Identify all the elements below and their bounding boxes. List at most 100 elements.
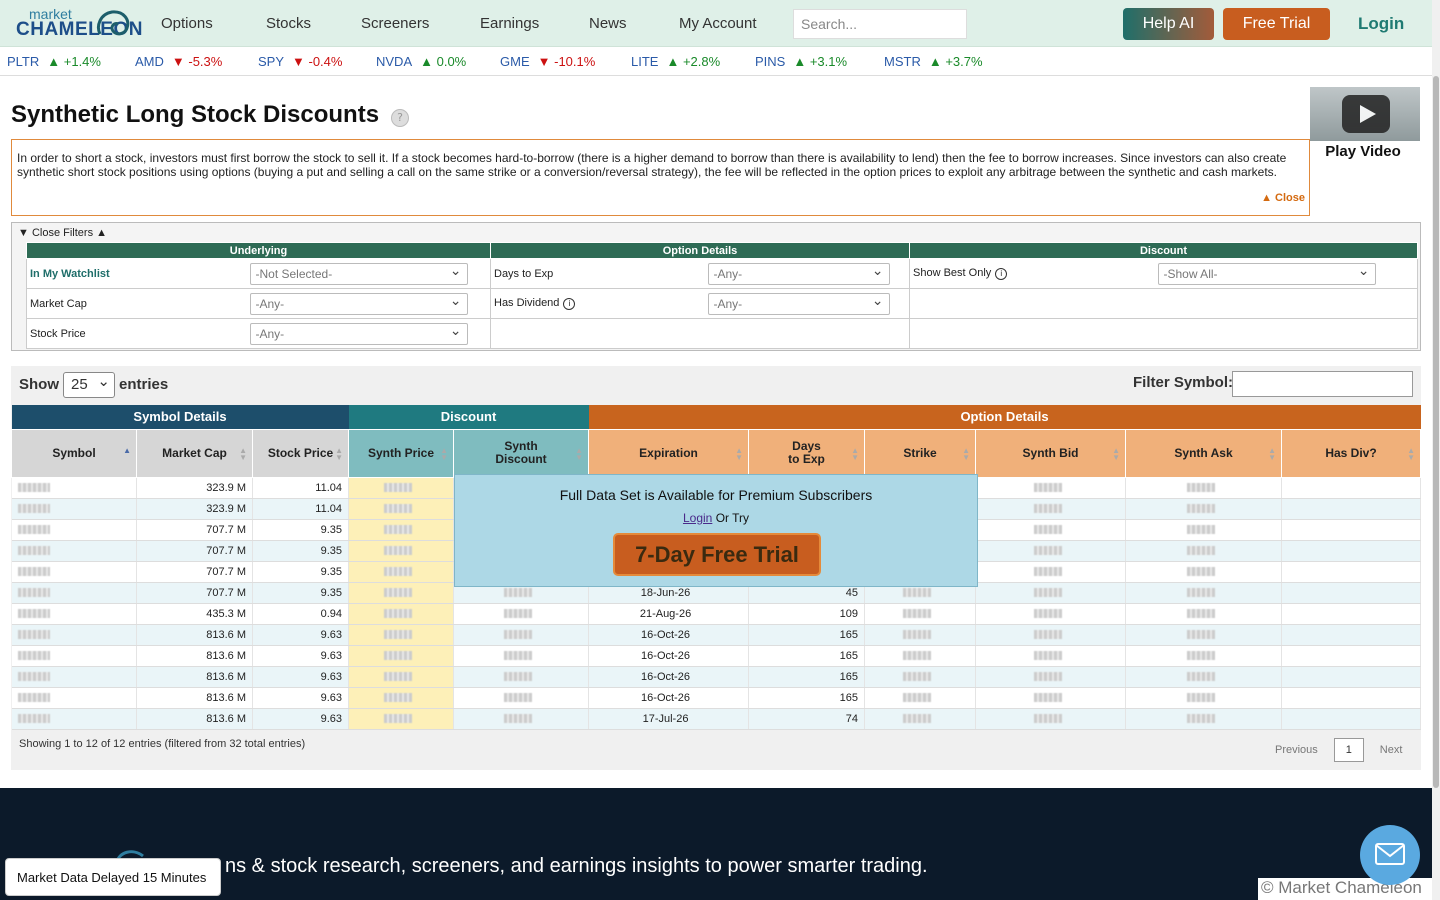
blurred-value: [384, 504, 413, 514]
blurred-value: [504, 609, 533, 619]
nav-options[interactable]: Options: [161, 15, 213, 32]
ticker-item[interactable]: PINS ▲ +3.1%: [755, 54, 847, 69]
sort-icon[interactable]: ▲ ▼: [735, 446, 743, 461]
sort-icon[interactable]: ▲ ▼: [239, 446, 247, 461]
play-icon[interactable]: [1342, 95, 1390, 133]
market-cap-select[interactable]: -Any-: [249, 292, 468, 315]
table-row[interactable]: 813.6 M 9.63 16-Oct-26 165: [11, 687, 1421, 709]
has-dividend-select[interactable]: -Any-: [707, 292, 890, 315]
column-header[interactable]: Synth Bid ▲ ▼: [975, 428, 1127, 478]
ticker-change: -5.3%: [188, 54, 223, 69]
help-icon[interactable]: ?: [391, 109, 409, 127]
expiration-cell: 21-Aug-26: [588, 603, 750, 625]
modal-login-link[interactable]: Login: [683, 511, 712, 525]
column-header[interactable]: Synth Ask ▲ ▼: [1125, 428, 1283, 478]
column-header[interactable]: Symbol ▲: [11, 428, 137, 478]
synth-price-cell: [348, 666, 455, 688]
sort-icon[interactable]: ▲ ▼: [1112, 446, 1120, 461]
sort-icon[interactable]: ▲ ▼: [335, 446, 343, 461]
table-row[interactable]: 813.6 M 9.63 16-Oct-26 165: [11, 645, 1421, 667]
has-dividend-cell: Has Dividend i: [490, 288, 705, 319]
blurred-value: [1033, 672, 1062, 682]
nav-earnings[interactable]: Earnings: [480, 15, 539, 32]
show-best-select[interactable]: -Show All-: [1157, 262, 1376, 285]
sort-icon[interactable]: ▲: [123, 446, 131, 454]
filter-icon: ▼: [18, 227, 29, 239]
play-video-label[interactable]: Play Video: [1310, 143, 1416, 160]
column-header[interactable]: Has Div? ▲ ▼: [1281, 428, 1421, 478]
empty-filter-cell: [909, 318, 1418, 349]
ticker-symbol[interactable]: MSTR: [884, 54, 921, 69]
sort-icon[interactable]: ▲ ▼: [851, 446, 859, 461]
synth-ask-cell: [1125, 498, 1283, 520]
table-row[interactable]: 813.6 M 9.63 16-Oct-26 165: [11, 624, 1421, 646]
nav-news[interactable]: News: [589, 15, 627, 32]
market-cap-cell: 707.7 M: [136, 582, 253, 604]
watchlist-select[interactable]: -Not Selected-: [249, 262, 468, 285]
nav-stocks[interactable]: Stocks: [266, 15, 311, 32]
page-1-button[interactable]: 1: [1333, 738, 1364, 762]
sort-icon[interactable]: ▲ ▼: [1268, 446, 1276, 461]
search-input[interactable]: Search...: [793, 9, 967, 39]
info-icon[interactable]: i: [995, 268, 1008, 280]
ticker-symbol[interactable]: SPY: [258, 54, 284, 69]
nav-screeners[interactable]: Screeners: [361, 15, 429, 32]
ticker-change: 0.0%: [436, 54, 467, 69]
help-ai-button[interactable]: Help AI: [1123, 8, 1214, 40]
ticker-symbol[interactable]: AMD: [135, 54, 164, 69]
column-header[interactable]: Synth Price ▲ ▼: [348, 428, 455, 478]
sort-icon[interactable]: ▲ ▼: [440, 446, 448, 461]
stock-price-cell: 9.63: [252, 666, 350, 688]
ticker-item[interactable]: AMD ▼ -5.3%: [135, 54, 222, 69]
seven-day-trial-button[interactable]: 7-Day Free Trial: [613, 533, 821, 576]
ticker-symbol[interactable]: PINS: [755, 54, 785, 69]
column-header[interactable]: Strike ▲ ▼: [864, 428, 977, 478]
chat-button[interactable]: [1360, 825, 1420, 885]
blurred-value: [504, 630, 533, 640]
ticker-item[interactable]: PLTR ▲ +1.4%: [7, 54, 101, 69]
synth-price-cell: [348, 687, 455, 709]
column-header[interactable]: Market Cap ▲ ▼: [136, 428, 253, 478]
stock-price-select[interactable]: -Any-: [249, 322, 468, 345]
table-row[interactable]: 813.6 M 9.63 16-Oct-26 165: [11, 666, 1421, 688]
column-header[interactable]: Days to Exp ▲ ▼: [748, 428, 866, 478]
filter-group-underlying: Underlying: [26, 242, 491, 259]
ticker-item[interactable]: GME ▼ -10.1%: [500, 54, 595, 69]
mail-icon: [1375, 843, 1405, 865]
ticker-symbol[interactable]: GME: [500, 54, 530, 69]
table-row[interactable]: 435.3 M 0.94 21-Aug-26 109: [11, 603, 1421, 625]
ticker-item[interactable]: SPY ▼ -0.4%: [258, 54, 342, 69]
login-link[interactable]: Login: [1358, 14, 1404, 34]
nav-my-account[interactable]: My Account: [679, 15, 757, 32]
scrollbar-thumb[interactable]: [1433, 76, 1439, 788]
ticker-item[interactable]: NVDA ▲ 0.0%: [376, 54, 466, 69]
sort-icon[interactable]: ▲ ▼: [962, 446, 970, 461]
ticker-symbol[interactable]: LITE: [631, 54, 658, 69]
ticker-item[interactable]: MSTR ▲ +3.7%: [884, 54, 983, 69]
logo[interactable]: market CHAMELEON: [16, 6, 142, 40]
ticker-strip: PLTR ▲ +1.4% AMD ▼ -5.3% SPY ▼ -0.4% NVDA ▲ 0.0…: [0, 48, 1432, 76]
description-close[interactable]: ▲ Close: [1261, 191, 1305, 205]
ticker-item[interactable]: LITE ▲ +2.8%: [631, 54, 720, 69]
entries-select[interactable]: 25: [63, 372, 115, 398]
blurred-value: [17, 672, 50, 682]
table-row[interactable]: 813.6 M 9.63 17-Jul-26 74: [11, 708, 1421, 730]
ticker-symbol[interactable]: NVDA: [376, 54, 412, 69]
sort-icon[interactable]: ▲ ▼: [575, 446, 583, 461]
next-button[interactable]: Next: [1380, 744, 1403, 756]
free-trial-button[interactable]: Free Trial: [1223, 8, 1330, 40]
close-filters-toggle[interactable]: ▼ Close Filters ▲: [18, 227, 107, 239]
sort-icon[interactable]: ▲ ▼: [1407, 446, 1415, 461]
ticker-change: +3.1%: [809, 54, 848, 69]
filter-symbol-input[interactable]: [1232, 371, 1413, 397]
info-icon[interactable]: i: [563, 298, 576, 310]
video-thumbnail[interactable]: Play Video: [1310, 87, 1420, 161]
previous-button[interactable]: Previous: [1275, 744, 1318, 756]
blurred-value: [1033, 483, 1062, 493]
column-header[interactable]: Stock Price ▲ ▼: [251, 428, 350, 478]
column-header[interactable]: Expiration ▲ ▼: [588, 428, 750, 478]
days-to-exp-select[interactable]: -Any-: [707, 262, 890, 285]
column-header[interactable]: Synth Discount ▲ ▼: [453, 428, 590, 478]
synth-price-cell: [348, 540, 455, 562]
ticker-symbol[interactable]: PLTR: [7, 54, 39, 69]
